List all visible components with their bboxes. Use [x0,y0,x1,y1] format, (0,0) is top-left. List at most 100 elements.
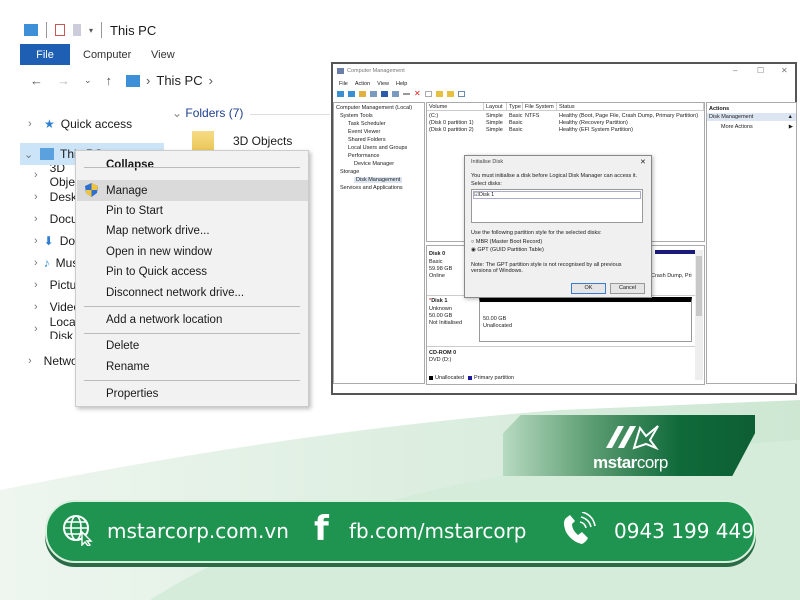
radio-gpt[interactable]: ◉ GPT (GUID Partition Table) [471,247,544,253]
up-icon[interactable]: ↑ [106,73,113,88]
expand-chevron-icon[interactable]: › [28,118,38,130]
show-hide-tree-icon[interactable] [370,91,377,97]
nav-documents[interactable]: ›Documents [34,209,75,229]
volume-cell[interactable]: Simple [486,113,503,119]
help-icon[interactable] [381,91,388,97]
folder-3d-objects-label[interactable]: 3D Objects [233,134,292,148]
menu-file[interactable]: File [339,81,348,87]
nav-network[interactable]: ›Network [28,351,75,371]
disk0-partition-text[interactable]: Crash Dump, Pri [651,273,692,279]
actions-disk-management[interactable]: Disk Management ▲ [707,113,796,121]
tree-services-apps[interactable]: Services and Applications [340,185,403,191]
nav-local-disk[interactable]: ›Local Disk [34,315,75,339]
vertical-scrollbar[interactable] [695,250,703,380]
properties-icon[interactable] [424,91,432,97]
menu-item-rename[interactable]: Rename [106,357,149,377]
nav-3d-objects[interactable]: ›3D Objects [34,165,75,189]
col-volume[interactable]: Volume [427,103,484,111]
volume-cell[interactable]: Basic [509,113,522,119]
up-folder-icon[interactable] [359,91,366,97]
disk0-name[interactable]: Disk 0 [429,251,445,257]
radio-unselected-icon[interactable]: ○ [471,239,474,245]
minimize-button[interactable]: – [733,66,737,75]
collapse-chevron-icon[interactable]: ⌄ [24,148,34,161]
menu-item-manage[interactable]: Manage [106,181,148,201]
col-layout[interactable]: Layout [484,103,507,111]
collapse-icon[interactable]: ▲ [788,113,793,121]
tree-local-users[interactable]: Local Users and Groups [348,145,407,151]
menu-item-open-new-window[interactable]: Open in new window [106,242,212,262]
volume-cell[interactable]: (C:) [429,113,438,119]
disk-list-item[interactable]: ☑Disk 1 [473,191,641,199]
menu-action[interactable]: Action [355,81,370,87]
col-file-system[interactable]: File System [523,103,557,111]
volume-cell[interactable]: Simple [486,120,503,126]
ribbon-tab-computer[interactable]: Computer [83,49,131,61]
nav-quick-access[interactable]: › ★ Quick access [28,114,132,134]
menu-item-disconnect-network-drive[interactable]: Disconnect network drive... [106,283,244,303]
facebook-link[interactable]: fb.com/mstarcorp [349,519,526,543]
dialog-close-button[interactable]: ✕ [640,158,646,166]
tree-system-tools[interactable]: System Tools [340,113,373,119]
maximize-button[interactable]: ☐ [757,66,764,75]
volume-cell[interactable]: (Disk 0 partition 2) [429,127,474,133]
menu-item-map-network-drive[interactable]: Map network drive... [106,221,210,241]
nav-music[interactable]: ›♪Music [34,253,75,273]
ribbon-tab-file[interactable]: File [20,44,70,65]
volume-cell[interactable]: Healthy (Recovery Partition) [559,120,628,126]
properties-icon[interactable] [55,24,65,36]
volume-cell[interactable]: Simple [486,127,503,133]
delete-icon[interactable]: ✕ [414,90,421,98]
tree-performance[interactable]: Performance [348,153,380,159]
quick-access-toolbar-dropdown-icon[interactable]: ▾ [89,26,93,35]
cancel-button[interactable]: Cancel [610,283,645,294]
menu-item-collapse[interactable]: Collapse [106,155,154,175]
tree-task-scheduler[interactable]: Task Scheduler [348,121,386,127]
menu-item-delete[interactable]: Delete [106,336,139,356]
menu-view[interactable]: View [377,81,389,87]
nav-pictures[interactable]: ›Pictures [34,275,75,295]
back-icon[interactable] [337,91,344,97]
more-icon[interactable] [457,91,465,97]
connect-icon[interactable] [403,93,410,95]
menu-help[interactable]: Help [396,81,407,87]
website-link[interactable]: mstarcorp.com.vn [107,519,289,543]
tree-root[interactable]: Computer Management (Local) [336,105,412,111]
radio-mbr[interactable]: ○ MBR (Master Boot Record) [471,239,542,245]
volume-cell[interactable]: Basic [509,120,522,126]
back-icon[interactable]: ← [30,73,43,88]
nav-desktop[interactable]: ›Desktop [34,187,75,207]
folders-section-header[interactable]: ⌄ Folders (7) [172,106,243,120]
volume-cell[interactable]: Basic [509,127,522,133]
cdrom-name[interactable]: CD-ROM 0 [429,350,456,356]
recent-dropdown-icon[interactable]: ⌄ [84,75,92,86]
open-icon[interactable] [446,91,454,97]
tree-event-viewer[interactable]: Event Viewer [348,129,380,135]
volume-cell[interactable]: Healthy (EFI System Partition) [559,127,633,133]
ribbon-tab-view[interactable]: View [151,49,175,61]
volume-cell[interactable]: (Disk 0 partition 1) [429,120,474,126]
ok-button[interactable]: OK [571,283,606,294]
view-icon[interactable] [392,91,399,97]
phone-number[interactable]: 0943 199 449 [614,519,754,543]
search-icon[interactable] [435,91,443,97]
actions-more[interactable]: More Actions ▶ [721,124,796,130]
breadcrumb[interactable]: › This PC › [126,73,213,88]
forward-icon[interactable]: → [57,73,70,88]
volume-cell[interactable]: Healthy (Boot, Page File, Crash Dump, Pr… [559,113,698,119]
radio-selected-icon[interactable]: ◉ [471,247,476,253]
col-status[interactable]: Status [557,103,704,111]
close-button[interactable]: ✕ [781,66,788,75]
nav-videos[interactable]: ›Videos [34,297,75,317]
menu-item-pin-quick-access[interactable]: Pin to Quick access [106,262,207,282]
disk1-unallocated-partition[interactable]: 50.00 GB Unallocated [479,297,692,342]
menu-item-properties[interactable]: Properties [106,384,158,404]
tree-shared-folders[interactable]: Shared Folders [348,137,386,143]
tree-storage[interactable]: Storage [340,169,359,175]
nav-downloads[interactable]: ›⬇Downloads [34,231,75,251]
col-type[interactable]: Type [507,103,523,111]
menu-item-add-network-location[interactable]: Add a network location [106,310,222,330]
folder-icon[interactable] [73,24,81,36]
volume-cell[interactable]: NTFS [525,113,539,119]
tree-device-manager[interactable]: Device Manager [354,161,394,167]
